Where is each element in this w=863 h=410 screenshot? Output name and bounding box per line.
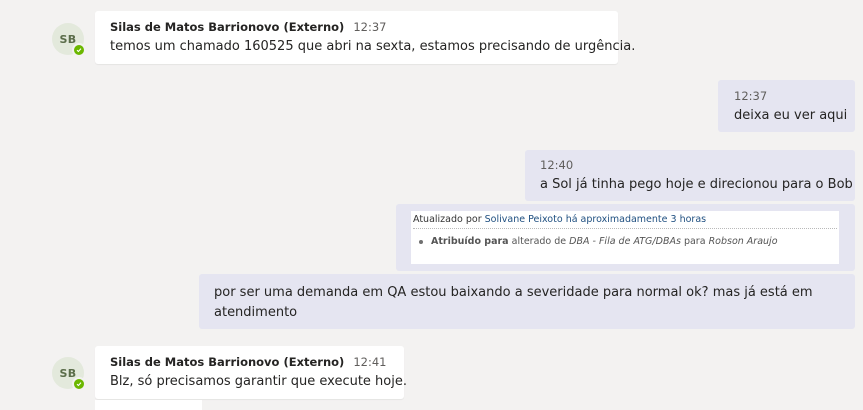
message-bubble-outgoing[interactable]: 12:40 a Sol já tinha pego hoje e direcio… xyxy=(525,150,855,201)
card-change-verb: alterado de xyxy=(511,236,567,247)
message-bubble-partial xyxy=(95,400,202,410)
message-meta: Silas de Matos Barrionovo (Externo) 12:41 xyxy=(110,354,389,370)
message-time: 12:40 xyxy=(540,158,574,172)
message-bubble-outgoing[interactable]: 12:37 deixa eu ver aqui xyxy=(718,80,855,132)
message-meta: Silas de Matos Barrionovo (Externo) 12:37 xyxy=(110,19,603,35)
message-text: Blz, só precisamos garantir que execute … xyxy=(110,374,407,389)
card-change-list: Atribuído para alterado de DBA - Fila de… xyxy=(413,235,837,249)
message-time: 12:37 xyxy=(734,89,768,103)
card-change-to-word: para xyxy=(683,236,706,247)
card-updated-prefix: Atualizado por xyxy=(413,214,482,225)
sender-name[interactable]: Silas de Matos Barrionovo (Externo) xyxy=(110,355,344,369)
message-bubble-incoming[interactable]: Silas de Matos Barrionovo (Externo) 12:41… xyxy=(95,346,407,399)
message-meta: 12:40 xyxy=(540,157,840,173)
message-text-line-2: atendimento xyxy=(214,305,298,320)
card-change-item: Atribuído para alterado de DBA - Fila de… xyxy=(419,235,837,249)
card-updated-user-link[interactable]: Solivane Peixoto xyxy=(485,214,563,225)
message-bubble-incoming[interactable]: Silas de Matos Barrionovo (Externo) 12:37… xyxy=(95,11,636,64)
message-text: a Sol já tinha pego hoje e direcionou pa… xyxy=(540,177,853,192)
message-text: temos um chamado 160525 que abri na sext… xyxy=(110,39,636,54)
card-updated-time-link[interactable]: há aproximadamente 3 horas xyxy=(566,214,706,225)
message-text-line-1: por ser uma demanda em QA estou baixando… xyxy=(214,285,813,300)
card-change-to: Robson Araujo xyxy=(708,236,778,247)
avatar[interactable]: SB xyxy=(52,23,86,57)
avatar[interactable]: SB xyxy=(52,357,86,391)
message-meta: 12:37 xyxy=(734,88,839,104)
message-time: 12:41 xyxy=(353,355,387,369)
message-bubble-outgoing[interactable]: por ser uma demanda em QA estou baixando… xyxy=(199,274,855,329)
sender-name[interactable]: Silas de Matos Barrionovo (Externo) xyxy=(110,20,344,34)
presence-available-icon xyxy=(72,377,86,391)
message-text: deixa eu ver aqui xyxy=(734,108,848,123)
message-time: 12:37 xyxy=(353,20,387,34)
card-header: Atualizado por Solivane Peixoto há aprox… xyxy=(413,213,837,229)
card-change-from: DBA - Fila de ATG/DBAs xyxy=(569,236,681,247)
ticket-update-card[interactable]: Atualizado por Solivane Peixoto há aprox… xyxy=(411,211,839,264)
presence-available-icon xyxy=(72,43,86,57)
card-change-field: Atribuído para xyxy=(431,236,509,247)
